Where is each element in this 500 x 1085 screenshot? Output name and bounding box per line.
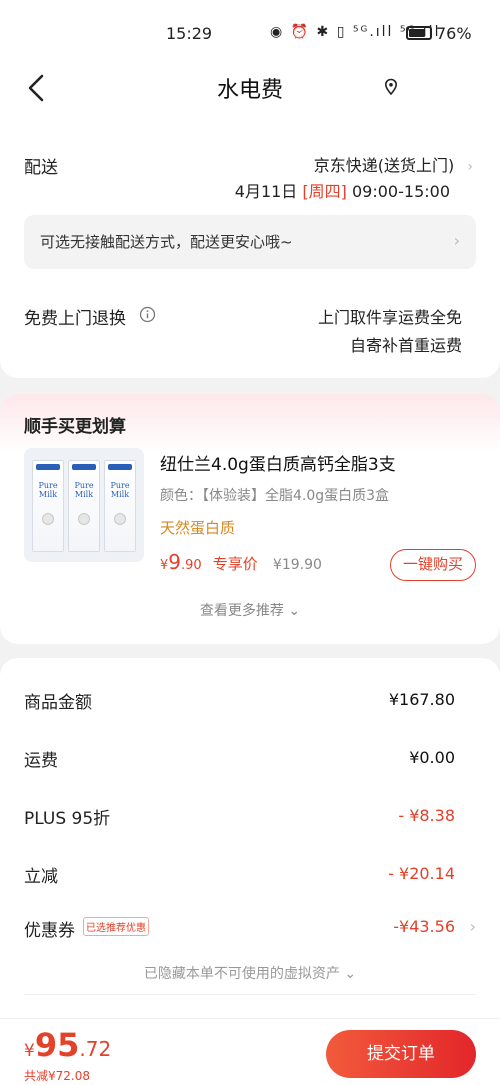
price-label: 专享价 <box>212 555 258 573</box>
total-saved: 共减¥72.08 <box>24 1069 90 1083</box>
delivery-time-row[interactable]: 4月11日 [周四] 09:00-15:00 <box>235 178 450 202</box>
returns-self-send-text: 自寄补首重运费 <box>349 336 462 355</box>
back-arrow-icon[interactable] <box>24 68 52 108</box>
status-bar: 15:29 ◉ ⏰ ✱ ▯ ⁵ᴳ.ıll ⁵ᴳ.ıll 76% <box>0 0 500 66</box>
submit-order-button[interactable]: 提交订单 <box>326 1030 476 1078</box>
total-yen: ¥ <box>24 1041 35 1061</box>
chevron-right-icon: › <box>467 159 473 175</box>
summary-label-shipping: 运费 <box>24 751 58 771</box>
status-time: 15:29 <box>166 24 213 43</box>
product-name[interactable]: 纽仕兰4.0g蛋白质高钙全脂3支 <box>160 450 396 475</box>
summary-label-discount: 立减 <box>24 867 58 887</box>
summary-value-goods: ¥167.80 <box>388 690 455 709</box>
original-price: ¥19.90 <box>272 557 322 573</box>
delivery-label: 配送 <box>24 158 58 178</box>
returns-pickup-text: 上门取件享运费全免 <box>317 308 462 327</box>
battery-icon <box>406 26 432 40</box>
summary-value-coupon: -¥43.56 <box>393 917 455 936</box>
delivery-weekday: [周四] <box>302 182 347 201</box>
upsell-card: 顺手买更划算 Pure Milk Pure Milk Pure Milk 纽仕兰… <box>0 394 500 644</box>
divider <box>24 994 476 995</box>
upsell-section-title: 顺手买更划算 <box>24 417 126 437</box>
summary-value-shipping: ¥0.00 <box>409 748 455 767</box>
product-price-row: ¥9.90 专享价 ¥19.90 <box>160 550 322 574</box>
delivery-time-range: 09:00-15:00 <box>352 182 450 201</box>
location-pin-icon[interactable] <box>382 78 400 96</box>
contactless-delivery-tip[interactable]: 可选无接触配送方式，配送更安心哦~ › <box>24 215 476 269</box>
chevron-right-icon: › <box>469 917 476 936</box>
total-price: ¥95.72 <box>24 1026 111 1064</box>
returns-label: 免费上门退换 <box>24 309 126 329</box>
one-click-buy-button[interactable]: 一键购买 <box>390 549 476 581</box>
delivery-carrier: 京东快递(送货上门) <box>313 156 455 175</box>
delivery-carrier-row[interactable]: 京东快递(送货上门) › <box>314 152 473 176</box>
coupon-recommended-badge: 已选推荐优惠 <box>83 917 149 936</box>
product-image[interactable]: Pure Milk Pure Milk Pure Milk <box>24 448 144 562</box>
delivery-date: 4月11日 <box>234 182 298 201</box>
total-decimal: .72 <box>79 1037 112 1061</box>
chevron-down-icon: ⌄ <box>288 603 301 619</box>
price-integer: 9 <box>168 550 182 574</box>
see-more-recommendations[interactable]: 查看更多推荐 ⌄ <box>0 600 500 620</box>
see-more-label: 查看更多推荐 <box>199 603 284 619</box>
total-integer: 95 <box>34 1026 80 1064</box>
info-icon[interactable] <box>139 306 156 323</box>
page-title: 水电费 <box>216 78 283 103</box>
summary-label-coupon: 优惠券 <box>24 921 75 941</box>
price-decimal: .90 <box>181 558 202 573</box>
nav-bar: 水电费 <box>0 60 500 116</box>
battery-percent: 76% <box>436 24 472 43</box>
chevron-right-icon: › <box>453 231 460 250</box>
product-tag: 天然蛋白质 <box>160 519 236 537</box>
hidden-assets-toggle[interactable]: 已隐藏本单不可使用的虚拟资产 ⌄ <box>0 963 500 983</box>
product-variant[interactable]: 颜色：【体验装】全脂4.0g蛋白质3盒 <box>160 485 389 505</box>
summary-label-plus: PLUS 95折 <box>24 809 111 829</box>
coupon-row[interactable]: 优惠券 已选推荐优惠 -¥43.56 › <box>24 914 476 941</box>
summary-value-plus: - ¥8.38 <box>398 806 455 825</box>
summary-label-goods: 商品金额 <box>24 693 92 713</box>
hidden-assets-label: 已隐藏本单不可使用的虚拟资产 <box>143 966 340 982</box>
chevron-down-icon: ⌄ <box>344 966 357 982</box>
contactless-tip-text: 可选无接触配送方式，配送更安心哦~ <box>40 233 293 251</box>
summary-value-discount: - ¥20.14 <box>388 864 455 883</box>
